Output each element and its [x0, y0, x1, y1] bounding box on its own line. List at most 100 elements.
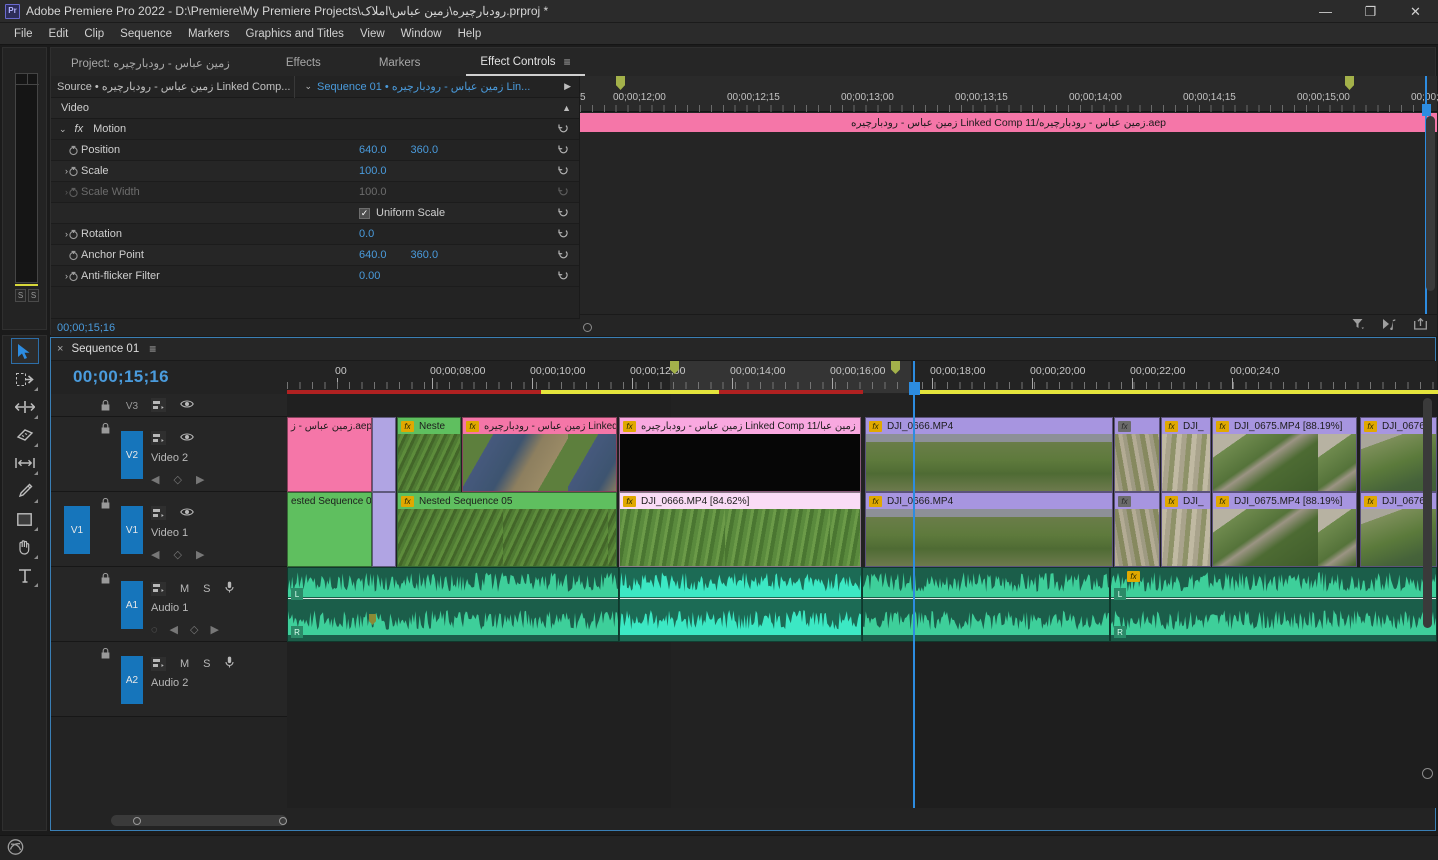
track-target-A1[interactable]: A1	[121, 581, 143, 629]
add-keyframe-icon[interactable]: ◇	[173, 473, 181, 486]
clip-v2[interactable]: fx DJI_	[1161, 417, 1211, 492]
menu-view[interactable]: View	[352, 26, 393, 42]
clip-v1[interactable]: ested Sequence 04	[287, 492, 372, 567]
property-value[interactable]: 360.0	[411, 249, 439, 261]
previous-keyframe-icon[interactable]: ◀	[151, 473, 159, 486]
timeline-marker[interactable]	[1345, 76, 1354, 90]
menu-graphics-and-titles[interactable]: Graphics and Titles	[238, 26, 352, 42]
track-select-forward-tool[interactable]	[11, 366, 39, 392]
clip-v1[interactable]: fx DJI_0675.MP4 [88.19%]	[1212, 492, 1357, 567]
reset-icon[interactable]	[558, 186, 569, 200]
clip-v1[interactable]: fx	[1114, 492, 1160, 567]
reset-icon[interactable]	[558, 165, 569, 179]
clip-v1[interactable]: fx DJI_0666.MP4	[865, 492, 1113, 567]
source-patch-V1[interactable]: V1	[64, 506, 90, 554]
stopwatch-icon[interactable]	[65, 187, 81, 198]
stopwatch-icon[interactable]	[65, 250, 81, 261]
property-row-position[interactable]: Position 640.0 360.0	[51, 140, 579, 161]
property-value[interactable]: 100.0	[359, 186, 387, 198]
volume-rubber-band[interactable]	[1111, 598, 1436, 599]
timeline-playhead[interactable]	[913, 361, 915, 808]
volume-rubber-band[interactable]	[863, 598, 1109, 599]
vertical-zoom-top-handle[interactable]	[1422, 768, 1433, 779]
audio-clip[interactable]	[619, 567, 862, 642]
clip-v2[interactable]: fx DJI_0675.MP4 [88.19%]	[1212, 417, 1357, 492]
track-target-V1[interactable]: V1	[121, 506, 143, 554]
panel-tab-1[interactable]: Effects	[272, 50, 335, 76]
rate-stretch-tool[interactable]	[11, 422, 39, 448]
stopwatch-icon[interactable]	[65, 166, 81, 177]
volume-rubber-band[interactable]	[288, 598, 618, 599]
clip-v2[interactable]: زمین عباس - ز.aep	[287, 417, 372, 492]
reset-icon[interactable]	[558, 207, 569, 221]
meter-solo-left-button[interactable]: S	[15, 289, 26, 302]
zoom-knob-icon[interactable]	[583, 323, 592, 332]
next-keyframe-icon[interactable]: ▶	[196, 473, 204, 486]
track-target-V3[interactable]: V3	[121, 397, 143, 415]
timeline-ruler[interactable]: 00 00;00;08;00 00;00;10;00 00;00;12;00 00;00…	[287, 361, 1437, 393]
panel-menu-icon[interactable]: ≡	[149, 342, 156, 356]
menu-clip[interactable]: Clip	[76, 26, 112, 42]
add-keyframe-icon[interactable]: ◇	[173, 548, 181, 561]
panel-tab-3[interactable]: Effect Controls ≡	[466, 50, 585, 76]
menu-markers[interactable]: Markers	[180, 26, 238, 42]
export-icon[interactable]	[1414, 317, 1427, 333]
timeline-horizontal-scrollbar[interactable]	[111, 815, 287, 826]
voice-over-record-icon[interactable]	[224, 656, 234, 671]
minimize-button[interactable]: —	[1303, 0, 1348, 23]
property-row-uniform-scale[interactable]: ✓ Uniform Scale	[51, 203, 579, 224]
property-value[interactable]: 100.0	[359, 165, 387, 177]
track-lock-icon[interactable]	[101, 399, 110, 414]
menu-edit[interactable]: Edit	[41, 26, 77, 42]
clip-v2[interactable]	[372, 417, 396, 492]
panel-menu-icon[interactable]: ≡	[564, 55, 571, 69]
stopwatch-icon[interactable]	[65, 145, 81, 156]
maximize-button[interactable]: ❐	[1348, 0, 1393, 23]
clip-v1[interactable]: fx DJI_	[1161, 492, 1211, 567]
property-row-scale[interactable]: › Scale 100.0	[51, 161, 579, 182]
ripple-edit-tool[interactable]	[11, 394, 39, 420]
slip-tool[interactable]	[11, 450, 39, 476]
track-header-A2[interactable]: A2 M S Audio 2	[51, 642, 287, 717]
property-value[interactable]: 0.00	[359, 270, 380, 282]
previous-keyframe-icon[interactable]: ◀	[170, 623, 178, 636]
track-lock-icon[interactable]	[101, 572, 110, 587]
effect-controls-clip-bar[interactable]: زمین عباس - رودبارچیره Linked Comp 11/زم…	[580, 113, 1437, 132]
rectangle-tool[interactable]	[11, 506, 39, 532]
meter-solo-right-button[interactable]: S	[28, 289, 39, 302]
property-value[interactable]: 360.0	[411, 144, 439, 156]
effect-controls-timecode[interactable]: 00;00;15;16	[51, 318, 580, 336]
expand-chevron-icon[interactable]: ›	[51, 229, 68, 239]
chevron-down-icon[interactable]: ⌄	[299, 81, 317, 92]
menu-help[interactable]: Help	[450, 26, 490, 42]
expand-chevron-icon[interactable]: ›	[51, 187, 68, 197]
stopwatch-icon[interactable]	[65, 229, 81, 240]
tab-sequence-01[interactable]: Sequence 01	[71, 343, 139, 355]
audio-clip[interactable]	[862, 567, 1110, 642]
effect-controls-vertical-scrollbar[interactable]	[1426, 116, 1435, 291]
property-row-scale-width[interactable]: › Scale Width 100.0	[51, 182, 579, 203]
hand-tool[interactable]	[11, 534, 39, 560]
timeline-marker[interactable]	[616, 76, 625, 90]
clip-v1[interactable]: fx DJI_0666.MP4 [84.62%]	[619, 492, 861, 567]
expand-chevron-icon[interactable]: ›	[51, 271, 68, 281]
type-tool[interactable]	[11, 562, 39, 588]
audio-clip[interactable]: fx L R	[1110, 567, 1437, 642]
track-target-A2[interactable]: A2	[121, 656, 143, 704]
property-value[interactable]: 640.0	[359, 249, 387, 261]
scrollbar-right-handle[interactable]	[279, 816, 287, 825]
next-keyframe-icon[interactable]: ▶	[210, 623, 218, 636]
creative-cloud-icon[interactable]	[6, 838, 25, 858]
track-sync-lock-icon[interactable]	[151, 581, 166, 596]
property-row-anti-flicker-filter[interactable]: › Anti-flicker Filter 0.00	[51, 266, 579, 287]
track-header-V2[interactable]: V2 Video 2 ◀ ◇ ▶	[51, 417, 287, 492]
reset-icon[interactable]	[558, 249, 569, 263]
track-visibility-eye-icon[interactable]	[180, 432, 194, 445]
chevron-right-icon[interactable]: ▶	[564, 81, 571, 92]
clip-v1[interactable]: fx Nested Sequence 05	[397, 492, 617, 567]
track-name-A1[interactable]: Audio 1	[151, 602, 188, 614]
timeline-playhead-timecode[interactable]: 00;00;15;16	[51, 361, 287, 387]
stopwatch-icon[interactable]	[65, 271, 81, 282]
expand-chevron-icon[interactable]: ›	[51, 166, 68, 176]
audio-clip[interactable]: LR	[287, 567, 619, 642]
